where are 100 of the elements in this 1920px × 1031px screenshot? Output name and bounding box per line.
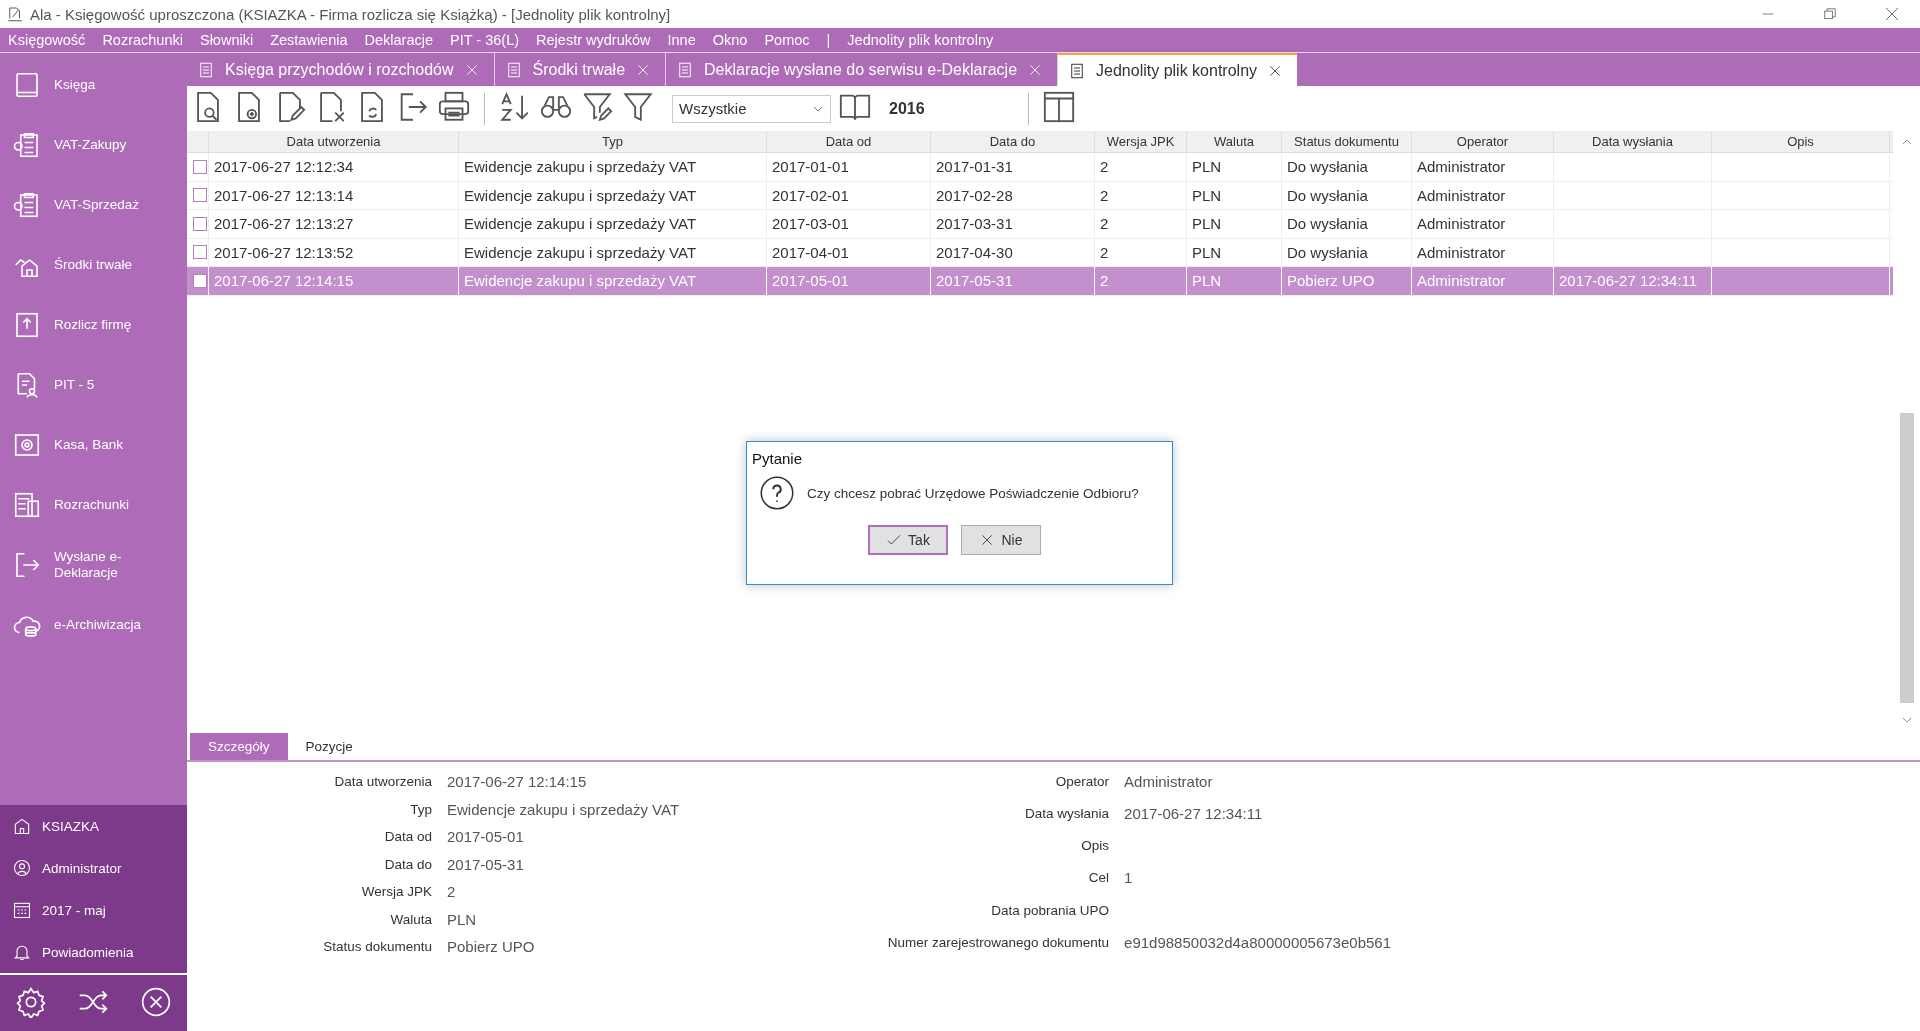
- field-label: Typ: [410, 801, 432, 817]
- table-cell: 2: [1100, 158, 1109, 176]
- column-header[interactable]: Typ: [459, 131, 767, 152]
- sidebar-item[interactable]: Wysłane e-Deklaracje: [0, 535, 187, 595]
- table-cell: Ewidencje zakupu i sprzedaży VAT: [464, 243, 697, 261]
- table-row[interactable]: 2017-06-27 12:12:34 Ewidencje zakupu i sprzedaży VAT 2017-01-01 2017-01-31 2 PLN Do wysłania Administrator: [187, 153, 1893, 182]
- close-icon: [1884, 6, 1900, 22]
- column-header[interactable]: Data do: [931, 131, 1095, 152]
- footer-item[interactable]: KSIAZKA: [0, 805, 187, 847]
- table-cell: 2: [1100, 215, 1109, 233]
- column-header[interactable]: Data od: [767, 131, 931, 152]
- detail-tab[interactable]: Pozycje: [287, 733, 371, 760]
- sidebar-item[interactable]: Rozlicz firmę: [0, 295, 187, 355]
- menu-item[interactable]: Jednolity plik kontrolny: [847, 32, 994, 48]
- settings-button[interactable]: [15, 985, 48, 1021]
- table-cell: 2017-02-28: [936, 186, 1013, 204]
- restore-icon: [1823, 7, 1837, 21]
- table-cell: Do wysłania: [1287, 243, 1368, 261]
- house-icon: [12, 816, 32, 836]
- field-label: Data wysłania: [1025, 806, 1110, 822]
- document-tab[interactable]: Środki trwałe: [493, 53, 666, 86]
- table-cell: 2017-02-01: [772, 186, 849, 204]
- row-checkbox[interactable]: [193, 216, 207, 231]
- table-cell: PLN: [1192, 158, 1222, 176]
- sidebar-item[interactable]: Środki trwałe: [0, 235, 187, 295]
- footer-item[interactable]: Powiadomienia: [0, 931, 187, 973]
- field-label: Data do: [384, 856, 432, 872]
- table-cell: Administrator: [1417, 158, 1506, 176]
- column-header[interactable]: Status dokumentu: [1282, 131, 1412, 152]
- field-value: Administrator: [1124, 773, 1213, 791]
- field-value: e91d98850032d4a80000005673e0b561: [1124, 933, 1391, 951]
- menu-item[interactable]: |: [826, 32, 831, 48]
- table-row[interactable]: 2017-06-27 12:14:15 Ewidencje zakupu i sprzedaży VAT 2017-05-01 2017-05-31 2 PLN Pobierz UPO Administrator 2017-06-27 12:34:11: [187, 267, 1893, 296]
- menu-item[interactable]: Rozrachunki: [102, 32, 183, 48]
- table-cell: 2017-06-27 12:13:27: [214, 215, 354, 233]
- row-checkbox[interactable]: [193, 188, 207, 203]
- detail-tab[interactable]: Szczegóły: [190, 733, 288, 760]
- table-cell: PLN: [1192, 186, 1222, 204]
- table-cell: 2017-06-27 12:34:11: [1559, 272, 1698, 290]
- menu-item[interactable]: Rejestr wydruków: [536, 32, 651, 48]
- field-value: PLN: [447, 910, 477, 928]
- menu-item[interactable]: Deklaracje: [364, 32, 434, 48]
- table-cell: 2017-06-27 12:13:52: [214, 243, 354, 261]
- table-cell: 2: [1100, 243, 1109, 261]
- row-checkbox[interactable]: [193, 245, 207, 260]
- table-cell: 2: [1100, 272, 1109, 290]
- column-header[interactable]: Operator: [1412, 131, 1554, 152]
- sidebar-item[interactable]: e-Archiwizacja: [0, 595, 187, 655]
- sidebar-item[interactable]: PIT - 5: [0, 355, 187, 415]
- scroll-thumb[interactable]: [1899, 413, 1914, 703]
- table-cell: 2017-03-31: [936, 215, 1013, 233]
- table-cell: Administrator: [1417, 215, 1506, 233]
- column-header[interactable]: Data wysłania: [1554, 131, 1712, 152]
- menu-item[interactable]: Pomoc: [764, 32, 810, 48]
- footer-item[interactable]: Administrator: [0, 847, 187, 889]
- menu-item[interactable]: Inne: [667, 32, 696, 48]
- dialog-title: Pytanie: [751, 449, 803, 467]
- table-cell: 2017-01-31: [936, 158, 1013, 176]
- register-icon: [12, 490, 42, 520]
- table-cell: PLN: [1192, 243, 1222, 261]
- menu-item[interactable]: Słowniki: [199, 32, 254, 48]
- menu-item[interactable]: Okno: [712, 32, 748, 48]
- sidebar-item[interactable]: Kasa, Bank: [0, 415, 187, 475]
- row-checkbox[interactable]: [193, 159, 207, 174]
- table-cell: 2: [1100, 186, 1109, 204]
- table-row[interactable]: 2017-06-27 12:13:27 Ewidencje zakupu i sprzedaży VAT 2017-03-01 2017-03-31 2 PLN Do wysłania Administrator: [187, 210, 1893, 239]
- column-header[interactable]: Opis: [1712, 131, 1890, 152]
- sidebar-item[interactable]: Rozrachunki: [0, 475, 187, 535]
- field-label: Status dokumentu: [323, 939, 432, 955]
- field-label: Opis: [1081, 838, 1110, 854]
- row-checkbox[interactable]: [193, 273, 207, 288]
- document-tab[interactable]: Jednolity plik kontrolny: [1057, 53, 1298, 86]
- yes-button[interactable]: Tak: [868, 525, 948, 555]
- filter-dropdown[interactable]: Wszystkie: [672, 94, 831, 123]
- sidebar-item[interactable]: Księga: [0, 55, 187, 115]
- sidebar-item[interactable]: VAT-Sprzedaż: [0, 175, 187, 235]
- table-row[interactable]: 2017-06-27 12:13:14 Ewidencje zakupu i sprzedaży VAT 2017-02-01 2017-02-28 2 PLN Do wysłania Administrator: [187, 181, 1893, 210]
- column-header[interactable]: Wersja JPK: [1095, 131, 1187, 152]
- field-label: Waluta: [390, 911, 432, 927]
- footer-item[interactable]: 2017 - maj: [0, 889, 187, 931]
- menu-item[interactable]: PIT - 36(L): [450, 32, 520, 48]
- field-value: 1: [1124, 869, 1133, 887]
- menu-item[interactable]: Księgowość: [8, 32, 86, 48]
- table-cell: Ewidencje zakupu i sprzedaży VAT: [464, 186, 697, 204]
- document-tab[interactable]: Księga przychodów i rozchodów: [187, 53, 494, 86]
- field-label: Data pobrania UPO: [991, 902, 1110, 918]
- printer-icon: [437, 90, 471, 124]
- no-button[interactable]: Nie: [961, 525, 1041, 555]
- year-label: 2016: [889, 99, 925, 118]
- table-cell: 2017-03-01: [772, 215, 849, 233]
- field-value: 2017-05-31: [447, 855, 524, 873]
- table-cell: PLN: [1192, 215, 1222, 233]
- column-header[interactable]: Waluta: [1187, 131, 1282, 152]
- table-cell: 2017-01-01: [772, 158, 849, 176]
- field-value: 2: [447, 883, 456, 901]
- table-cell: Administrator: [1417, 272, 1506, 290]
- table-cell: Ewidencje zakupu i sprzedaży VAT: [464, 158, 697, 176]
- column-header[interactable]: Data utworzenia: [209, 131, 459, 152]
- menu-item[interactable]: Zestawienia: [270, 32, 348, 48]
- sidebar-item[interactable]: VAT-Zakupy: [0, 115, 187, 175]
